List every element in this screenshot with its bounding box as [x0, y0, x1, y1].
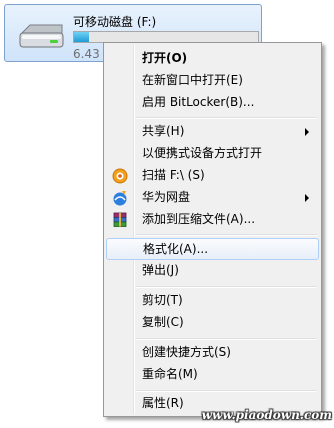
- menu-item-label: 剪切(T): [142, 293, 183, 307]
- menu-item-share[interactable]: 共享(H): [106, 121, 319, 143]
- menu-item-scan[interactable]: 扫描 F:\ (S): [106, 165, 319, 187]
- menu-separator: [136, 117, 317, 119]
- huawei-cloud-drive-icon: [113, 191, 127, 206]
- menu-item-open-as-portable-device[interactable]: 以便携式设备方式打开: [106, 143, 319, 165]
- antivirus-scan-icon: [112, 168, 128, 184]
- menu-item-label: 复制(C): [142, 315, 184, 329]
- menu-separator: [136, 338, 317, 340]
- menu-separator: [136, 286, 317, 288]
- site-watermark: www.piaodown.com: [201, 408, 332, 422]
- menu-item-cut[interactable]: 剪切(T): [106, 290, 319, 312]
- menu-item-label: 启用 BitLocker(B)...: [142, 95, 255, 109]
- submenu-arrow-icon: [305, 194, 309, 202]
- menu-item-label: 以便携式设备方式打开: [142, 146, 263, 160]
- menu-separator: [136, 390, 317, 392]
- menu-item-create-shortcut[interactable]: 创建快捷方式(S): [106, 342, 319, 364]
- submenu-arrow-icon: [305, 128, 309, 136]
- menu-item-label: 重命名(M): [142, 367, 198, 381]
- menu-item-huawei-cloud[interactable]: 华为网盘: [106, 187, 319, 209]
- menu-item-label: 华为网盘: [142, 190, 191, 204]
- menu-item-label: 在新窗口中打开(E): [142, 73, 243, 87]
- winrar-archive-icon: [113, 212, 127, 227]
- usb-drive-icon: [19, 24, 64, 48]
- menu-item-eject[interactable]: 弹出(J): [106, 260, 319, 282]
- menu-item-label: 扫描 F:\ (S): [142, 168, 205, 182]
- menu-item-label: 创建快捷方式(S): [142, 345, 231, 359]
- menu-item-label: 格式化(A)...: [143, 242, 209, 256]
- context-menu: 打开(O) 在新窗口中打开(E) 启用 BitLocker(B)... 共享(H…: [103, 42, 322, 417]
- menu-item-bitlocker[interactable]: 启用 BitLocker(B)...: [106, 92, 319, 114]
- menu-separator: [136, 234, 317, 236]
- menu-item-format[interactable]: 格式化(A)...: [106, 238, 319, 260]
- menu-item-add-to-archive[interactable]: 添加到压缩文件(A)...: [106, 209, 319, 231]
- drive-usage-fill: [74, 32, 89, 42]
- menu-item-label: 添加到压缩文件(A)...: [142, 212, 256, 226]
- menu-item-copy[interactable]: 复制(C): [106, 312, 319, 334]
- menu-item-open-new-window[interactable]: 在新窗口中打开(E): [106, 70, 319, 92]
- menu-item-label: 弹出(J): [142, 263, 179, 277]
- menu-item-label: 属性(R): [142, 396, 184, 410]
- menu-item-label: 共享(H): [142, 124, 185, 138]
- menu-item-open[interactable]: 打开(O): [106, 48, 319, 70]
- menu-item-label: 打开(O): [142, 51, 188, 65]
- menu-item-rename[interactable]: 重命名(M): [106, 364, 319, 386]
- drive-name: 可移动磁盘 (F:): [73, 15, 157, 29]
